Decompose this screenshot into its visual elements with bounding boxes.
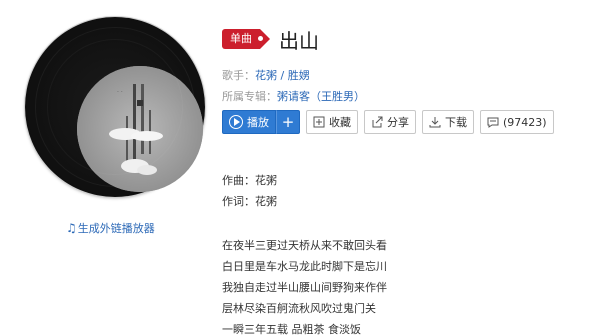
album-label: 所属专辑：: [222, 90, 277, 103]
song-title: 出山: [279, 29, 319, 53]
album-row: 所属专辑：粥请客（王胜男）: [222, 88, 365, 104]
album-cover[interactable]: · ·: [77, 66, 203, 192]
generate-external-player-link[interactable]: ♫生成外链播放器: [66, 220, 155, 236]
singer-label: 歌手：: [222, 69, 255, 82]
single-badge: 单曲: [222, 29, 270, 49]
play-icon: [229, 115, 243, 129]
lyric-line: 在夜半三更过天桥从来不敢回头看: [222, 239, 387, 252]
collect-icon: [313, 116, 325, 128]
svg-text:· ·: · ·: [117, 89, 123, 96]
music-note-icon: ♫: [66, 221, 77, 235]
lyricist-line: 作词：花粥: [222, 195, 277, 208]
comment-icon: [487, 117, 499, 128]
add-to-playlist-button[interactable]: +: [276, 110, 300, 134]
single-badge-label: 单曲: [230, 32, 252, 45]
song-page: · · ♫生成外链播放器 单曲 出山 歌手：花粥 / 胜娚 所属专辑：粥请客（王…: [0, 0, 600, 335]
comment-count: (97423): [503, 115, 547, 129]
download-icon: [429, 117, 441, 128]
singer-row: 歌手：花粥 / 胜娚: [222, 67, 310, 83]
play-button[interactable]: 播放: [222, 110, 276, 134]
collect-button[interactable]: 收藏: [306, 110, 358, 134]
lyric-line: 我独自走过半山腰山间野狗来作伴: [222, 281, 387, 294]
download-button[interactable]: 下载: [422, 110, 474, 134]
composer-line: 作曲：花粥: [222, 174, 277, 187]
lyric-line: 白日里是车水马龙此时脚下是忘川: [222, 260, 387, 273]
badge-dot-icon: [258, 36, 263, 41]
share-icon: [372, 116, 383, 128]
vinyl-record: · ·: [25, 17, 205, 197]
lyric-line: 层林尽染百舸流秋风吹过鬼门关: [222, 302, 376, 315]
play-group: 播放 +: [222, 110, 300, 134]
singer-link[interactable]: 花粥 / 胜娚: [255, 69, 310, 82]
lyrics-block: 作曲：花粥 作词：花粥 在夜半三更过天桥从来不敢回头看 白日里是车水马龙此时脚下…: [222, 170, 387, 335]
lyric-line: 一瞬三年五载 品粗茶 食淡饭: [222, 323, 361, 335]
share-button[interactable]: 分享: [364, 110, 416, 134]
album-link[interactable]: 粥请客（王胜男）: [277, 90, 365, 103]
comments-button[interactable]: (97423): [480, 110, 554, 134]
album-cover-art: · ·: [77, 66, 203, 192]
action-buttons: 播放 + 收藏 分享 下载 (97423): [222, 110, 554, 134]
